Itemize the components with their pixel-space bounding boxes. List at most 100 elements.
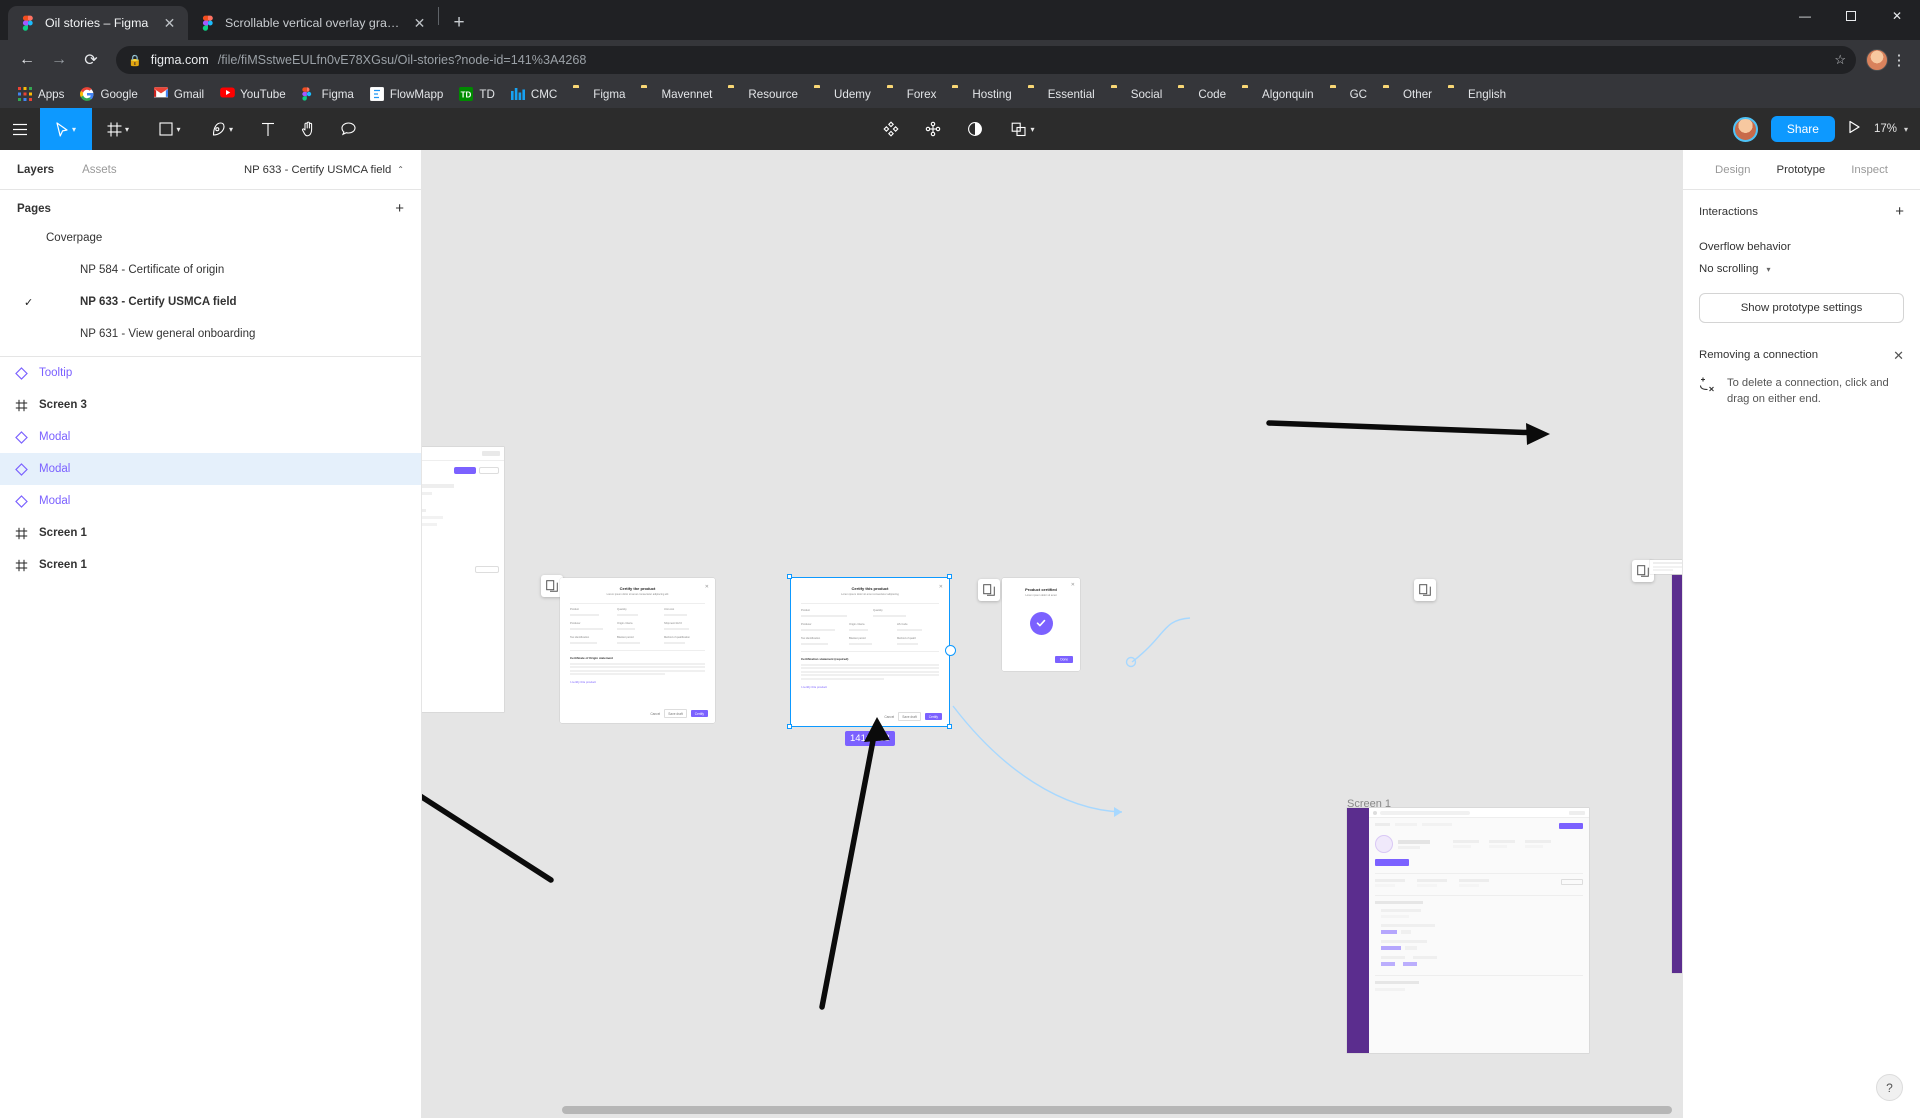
bookmark-udemy[interactable]: Udemy: [806, 84, 879, 104]
bookmark-forex[interactable]: Forex: [879, 84, 945, 104]
bookmark-hosting[interactable]: Hosting: [944, 84, 1019, 104]
hamburger-menu-icon[interactable]: [0, 108, 40, 150]
plus-icon[interactable]: +: [395, 201, 404, 216]
avatar[interactable]: [1866, 49, 1888, 71]
bookmark-code[interactable]: Code: [1170, 84, 1234, 104]
kebab-menu-icon[interactable]: ⋮: [1890, 51, 1908, 69]
page-item-np-631-view-general-onboarding[interactable]: NP 631 - View general onboarding: [0, 318, 421, 350]
back-icon[interactable]: ←: [12, 45, 42, 75]
share-button[interactable]: Share: [1770, 116, 1835, 142]
selection-handle-tl[interactable]: [787, 574, 792, 579]
bookmark-figma[interactable]: Figma: [565, 84, 633, 104]
hand-tool[interactable]: [288, 108, 328, 150]
close-icon[interactable]: ✕: [161, 15, 178, 32]
bookmark-other[interactable]: Other: [1375, 84, 1440, 104]
prototype-start-pin[interactable]: [978, 579, 1000, 601]
overflow-behavior-select[interactable]: No scrolling ▾: [1699, 263, 1904, 275]
plus-icon[interactable]: +: [1895, 204, 1904, 219]
layers-panel: Layers Assets NP 633 - Certify USMCA fie…: [0, 150, 422, 1118]
plugins-tool[interactable]: [913, 108, 953, 150]
canvas-mockup-partial[interactable]: [422, 447, 504, 712]
mask-tool[interactable]: [955, 108, 995, 150]
layer-item-screen-1[interactable]: Screen 1: [0, 517, 421, 549]
text-tool[interactable]: [248, 108, 288, 150]
bookmark-apps[interactable]: Apps: [10, 84, 72, 104]
selection-handle-bl[interactable]: [787, 724, 792, 729]
frame-tool[interactable]: ▾: [92, 108, 144, 150]
chevron-down-icon: ▾: [71, 124, 76, 134]
page-item-np-633-certify-usmca-field[interactable]: ✓ NP 633 - Certify USMCA field: [0, 286, 421, 318]
address-bar[interactable]: 🔒 figma.com/file/fiMSstweEULfn0vE78XGsu/…: [116, 46, 1856, 74]
new-tab-button[interactable]: +: [445, 9, 473, 37]
forward-icon[interactable]: →: [44, 45, 74, 75]
current-page-selector[interactable]: NP 633 - Certify USMCA field ⌃: [244, 164, 404, 176]
tab-divider: [438, 7, 439, 25]
tab-strip: Oil stories – Figma ✕ Scrollable vertica…: [0, 0, 1920, 40]
tab-prototype[interactable]: Prototype: [1776, 164, 1825, 176]
move-tool[interactable]: ▾: [40, 108, 92, 150]
bookmark-social[interactable]: Social: [1103, 84, 1171, 104]
shape-tool[interactable]: ▾: [144, 108, 196, 150]
bookmark-flowmapp[interactable]: FlowMapp: [362, 84, 451, 104]
tab-assets[interactable]: Assets: [82, 164, 117, 176]
bookmark-gc[interactable]: GC: [1322, 84, 1375, 104]
layer-item-tooltip[interactable]: Tooltip: [0, 357, 421, 389]
zoom-level-control[interactable]: 17% ▾: [1874, 123, 1908, 135]
reload-icon[interactable]: ⟳: [76, 45, 106, 75]
present-button[interactable]: [1848, 120, 1861, 139]
show-prototype-settings-button[interactable]: Show prototype settings: [1699, 293, 1904, 323]
bookmark-youtube[interactable]: YouTube: [212, 84, 294, 104]
bookmark-algonquin[interactable]: Algonquin: [1234, 84, 1322, 104]
bookmark-td[interactable]: TD TD: [451, 84, 502, 104]
selection-handle-br[interactable]: [947, 724, 952, 729]
selection-handle-tr[interactable]: [947, 574, 952, 579]
canvas-frame-tooltip[interactable]: [1650, 560, 1682, 574]
canvas-horizontal-scrollbar[interactable]: [422, 1106, 1682, 1114]
user-avatar[interactable]: [1732, 116, 1758, 142]
bookmark-label: Essential: [1047, 87, 1095, 101]
bookmark-resource[interactable]: Resource: [720, 84, 806, 104]
canvas-modal-certify-product[interactable]: Certify the product Lorem ipsum dolor si…: [560, 578, 715, 723]
maximize-button[interactable]: [1828, 0, 1874, 32]
close-icon[interactable]: ✕: [411, 15, 428, 32]
page-item-coverpage[interactable]: Coverpage: [0, 222, 421, 254]
pen-tool[interactable]: ▾: [196, 108, 248, 150]
layer-item-modal[interactable]: Modal: [0, 453, 421, 485]
folder-icon: [887, 87, 901, 101]
browser-tab-0[interactable]: Oil stories – Figma ✕: [8, 6, 188, 40]
figma-canvas[interactable]: Certify the product Lorem ipsum dolor si…: [422, 150, 1682, 1118]
bookmark-mavennet[interactable]: Mavennet: [633, 84, 720, 104]
bookmark-essential[interactable]: Essential: [1020, 84, 1103, 104]
close-x-icon[interactable]: ✕: [1893, 349, 1904, 362]
help-button[interactable]: ?: [1876, 1074, 1903, 1101]
comment-tool[interactable]: [328, 108, 368, 150]
components-tool[interactable]: [871, 108, 911, 150]
bookmark-figma[interactable]: Figma: [294, 84, 362, 104]
canvas-frame-screen1[interactable]: [1347, 808, 1589, 1053]
layer-item-modal[interactable]: Modal: [0, 421, 421, 453]
page-label: Coverpage: [46, 232, 103, 244]
tab-inspect[interactable]: Inspect: [1851, 164, 1888, 176]
page-item-np-584-certificate-of-origin[interactable]: NP 584 - Certificate of origin: [0, 254, 421, 286]
tab-layers[interactable]: Layers: [17, 164, 54, 176]
bookmark-english[interactable]: English: [1440, 84, 1514, 104]
star-icon[interactable]: ☆: [1834, 52, 1846, 68]
boolean-tool[interactable]: ▾: [997, 108, 1049, 150]
canvas-modal-product-certified[interactable]: ✕ Product certified Lorem ipsum dolor si…: [1002, 578, 1080, 671]
tab-design[interactable]: Design: [1715, 164, 1750, 176]
scrollbar-thumb[interactable]: [562, 1106, 1672, 1114]
canvas-frame-detail-right[interactable]: [1672, 575, 1682, 973]
minimize-button[interactable]: —: [1782, 0, 1828, 32]
prototype-start-pin[interactable]: [1414, 579, 1436, 601]
layer-item-screen-3[interactable]: Screen 3: [0, 389, 421, 421]
connection-endpoint-handle[interactable]: [945, 645, 956, 656]
browser-tab-1[interactable]: Scrollable vertical overlay grayed ✕: [188, 6, 438, 40]
bookmark-gmail[interactable]: Gmail: [146, 84, 212, 104]
close-window-button[interactable]: ✕: [1874, 0, 1920, 32]
layer-item-modal[interactable]: Modal: [0, 485, 421, 517]
bookmark-label: Other: [1403, 87, 1433, 101]
bookmark-google[interactable]: Google: [72, 84, 145, 104]
layer-item-screen-1[interactable]: Screen 1: [0, 549, 421, 581]
canvas-modal-certify-this-product-selected[interactable]: Certify this product Lorem ipsum dolor s…: [791, 578, 949, 726]
bookmark-cmc[interactable]: CMC: [503, 84, 565, 104]
